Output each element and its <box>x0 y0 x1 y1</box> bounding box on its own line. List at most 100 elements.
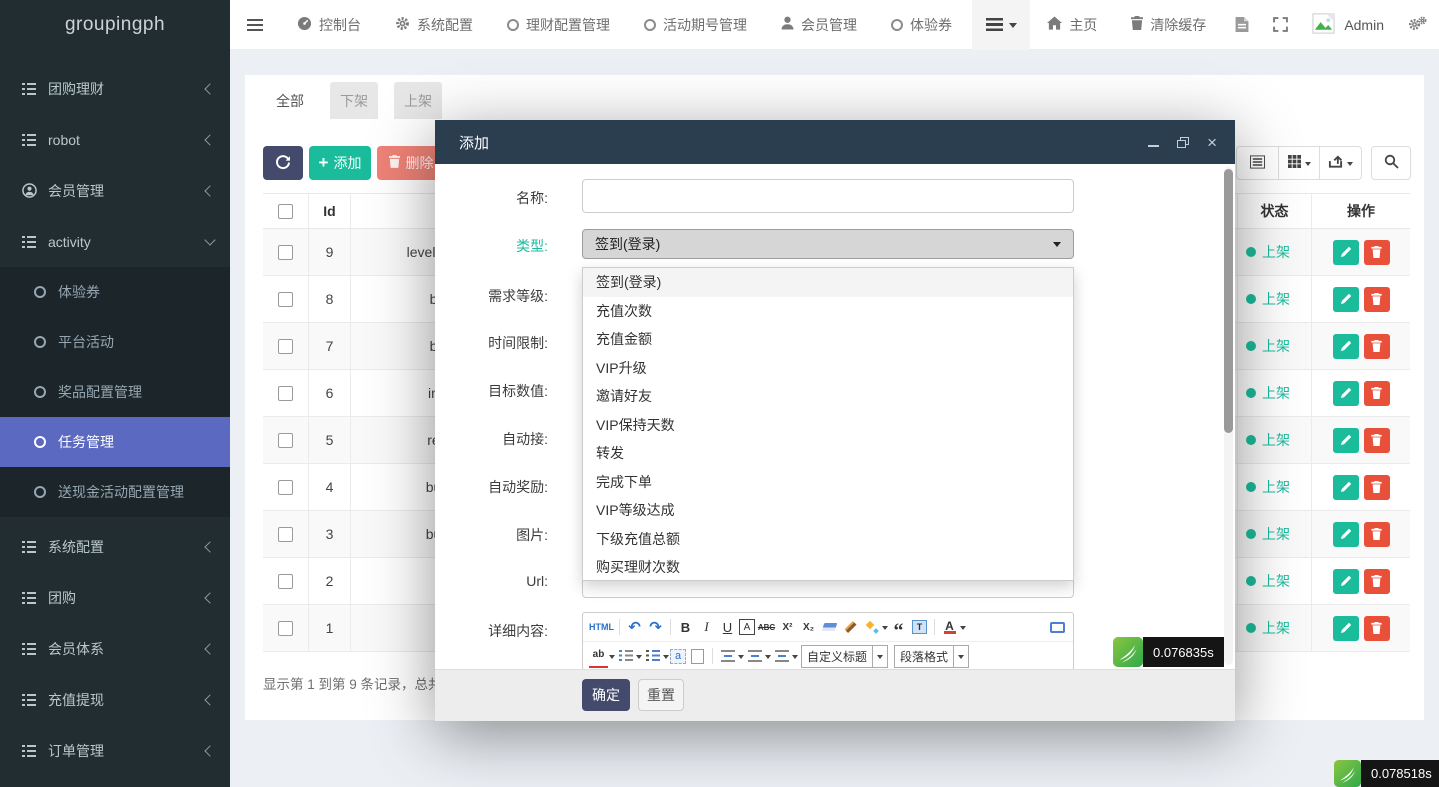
tab-off-shelf[interactable]: 下架 <box>330 82 378 119</box>
sidebar-item-coupon[interactable]: 体验券 <box>0 267 230 317</box>
modal-scrollbar[interactable] <box>1224 167 1233 665</box>
dropdown-option[interactable]: 购买理财次数 <box>583 553 1073 582</box>
row-checkbox[interactable] <box>278 339 293 354</box>
edit-row-button[interactable] <box>1333 522 1359 547</box>
redo-icon[interactable]: ↷ <box>646 617 665 638</box>
sidebar-item-cash-gift-config[interactable]: 送现金活动配置管理 <box>0 467 230 517</box>
dropdown-option[interactable]: 完成下单 <box>583 468 1073 497</box>
ordered-list-icon[interactable] <box>616 646 635 667</box>
admin-menu[interactable]: Admin <box>1300 12 1396 38</box>
sidebar-item-activity[interactable]: activity <box>0 216 230 267</box>
dropdown-option[interactable]: 邀请好友 <box>583 382 1073 411</box>
row-checkbox[interactable] <box>278 292 293 307</box>
new-document-icon[interactable] <box>688 646 707 667</box>
row-checkbox[interactable] <box>278 527 293 542</box>
edit-row-button[interactable] <box>1333 334 1359 359</box>
dropdown-option[interactable]: 下级充值总额 <box>583 525 1073 554</box>
spellcheck-icon[interactable]: ab <box>589 645 608 668</box>
row-checkbox[interactable] <box>278 245 293 260</box>
nav-item-clear-cache[interactable]: 清除缓存 <box>1114 0 1223 50</box>
refresh-button[interactable] <box>263 146 303 180</box>
close-icon[interactable]: × <box>1207 135 1217 150</box>
row-checkbox[interactable] <box>278 621 293 636</box>
restore-icon[interactable] <box>1177 137 1189 148</box>
edit-row-button[interactable] <box>1333 616 1359 641</box>
card-view-button[interactable] <box>1237 147 1279 179</box>
fullscreen-icon[interactable] <box>1261 0 1300 50</box>
nav-item-activity-period[interactable]: 活动期号管理 <box>627 0 764 50</box>
sidebar-item-group-finance[interactable]: 团购理财 <box>0 63 230 114</box>
select-all-checkbox[interactable] <box>278 204 293 219</box>
edit-row-button[interactable] <box>1333 475 1359 500</box>
dropdown-option[interactable]: VIP等级达成 <box>583 496 1073 525</box>
html-source-icon[interactable]: HTML <box>589 617 614 638</box>
columns-button[interactable] <box>1279 147 1321 179</box>
nav-item-system-config[interactable]: 系统配置 <box>378 0 490 50</box>
dropdown-option[interactable]: 充值次数 <box>583 297 1073 326</box>
superscript-icon[interactable]: X² <box>778 617 797 638</box>
confirm-button[interactable]: 确定 <box>582 679 630 711</box>
delete-row-button[interactable] <box>1364 381 1390 406</box>
sidebar-item-task-management[interactable]: 任务管理 <box>0 417 230 467</box>
nav-item-members[interactable]: 会员管理 <box>764 0 874 50</box>
delete-row-button[interactable] <box>1364 334 1390 359</box>
type-select[interactable]: 签到(登录) <box>582 229 1074 259</box>
edit-row-button[interactable] <box>1333 428 1359 453</box>
nav-item-home[interactable]: 主页 <box>1030 0 1114 50</box>
file-icon[interactable] <box>1223 0 1261 50</box>
line-height-icon[interactable] <box>772 646 791 667</box>
italic-icon[interactable]: I <box>697 617 716 638</box>
export-button[interactable] <box>1320 147 1361 179</box>
sidebar-item-groupbuy[interactable]: 团购 <box>0 572 230 623</box>
edit-row-button[interactable] <box>1333 240 1359 265</box>
dropdown-option[interactable]: 转发 <box>583 439 1073 468</box>
tab-all[interactable]: 全部 <box>262 82 318 119</box>
delete-row-button[interactable] <box>1364 475 1390 500</box>
magic-sparkle-icon[interactable] <box>862 617 881 638</box>
row-checkbox[interactable] <box>278 480 293 495</box>
sidebar-item-system-config[interactable]: 系统配置 <box>0 521 230 572</box>
row-checkbox[interactable] <box>278 386 293 401</box>
add-button[interactable]: + 添加 <box>309 146 371 180</box>
sidebar-item-member-system[interactable]: 会员体系 <box>0 623 230 674</box>
delete-row-button[interactable] <box>1364 569 1390 594</box>
sidebar-item-robot[interactable]: robot <box>0 114 230 165</box>
indent-icon[interactable] <box>718 646 737 667</box>
preview-screen-icon[interactable] <box>1048 617 1067 638</box>
delete-row-button[interactable] <box>1364 287 1390 312</box>
underline-icon[interactable]: U <box>718 617 737 638</box>
nav-menu-toggle[interactable] <box>972 0 1030 50</box>
custom-title-select[interactable]: 自定义标题 <box>801 645 888 668</box>
delete-row-button[interactable] <box>1364 616 1390 641</box>
sidebar-item-platform-activity[interactable]: 平台活动 <box>0 317 230 367</box>
cogs-icon[interactable] <box>1396 0 1439 50</box>
anchor-icon[interactable]: a <box>670 649 686 664</box>
edit-row-button[interactable] <box>1333 287 1359 312</box>
sidebar-item-recharge-withdraw[interactable]: 充值提现 <box>0 674 230 725</box>
paragraph-format-select[interactable]: 段落格式 <box>894 645 969 668</box>
dropdown-option[interactable]: 签到(登录) <box>583 268 1073 297</box>
scrollbar-thumb[interactable] <box>1224 169 1233 433</box>
tab-on-shelf[interactable]: 上架 <box>394 82 442 119</box>
edit-row-button[interactable] <box>1333 381 1359 406</box>
hamburger-icon[interactable] <box>230 0 280 50</box>
row-checkbox[interactable] <box>278 574 293 589</box>
eraser-icon[interactable] <box>820 617 839 638</box>
unordered-list-icon[interactable] <box>643 646 662 667</box>
search-button[interactable] <box>1371 146 1411 180</box>
name-input[interactable] <box>582 179 1074 213</box>
dropdown-option[interactable]: 充值金额 <box>583 325 1073 354</box>
undo-icon[interactable]: ↶ <box>625 617 644 638</box>
font-color-icon[interactable]: A <box>940 617 959 638</box>
bold-icon[interactable]: B <box>676 617 695 638</box>
reset-button[interactable]: 重置 <box>638 679 684 711</box>
row-checkbox[interactable] <box>278 433 293 448</box>
edit-row-button[interactable] <box>1333 569 1359 594</box>
dialog-header[interactable]: 添加 × <box>435 120 1235 164</box>
subscript-icon[interactable]: X₂ <box>799 617 818 638</box>
format-brush-icon[interactable] <box>841 617 860 638</box>
delete-row-button[interactable] <box>1364 522 1390 547</box>
sidebar-item-order-management[interactable]: 订单管理 <box>0 725 230 776</box>
strikethrough-icon[interactable]: ABC <box>757 617 776 638</box>
nav-item-dashboard[interactable]: 控制台 <box>280 0 378 50</box>
